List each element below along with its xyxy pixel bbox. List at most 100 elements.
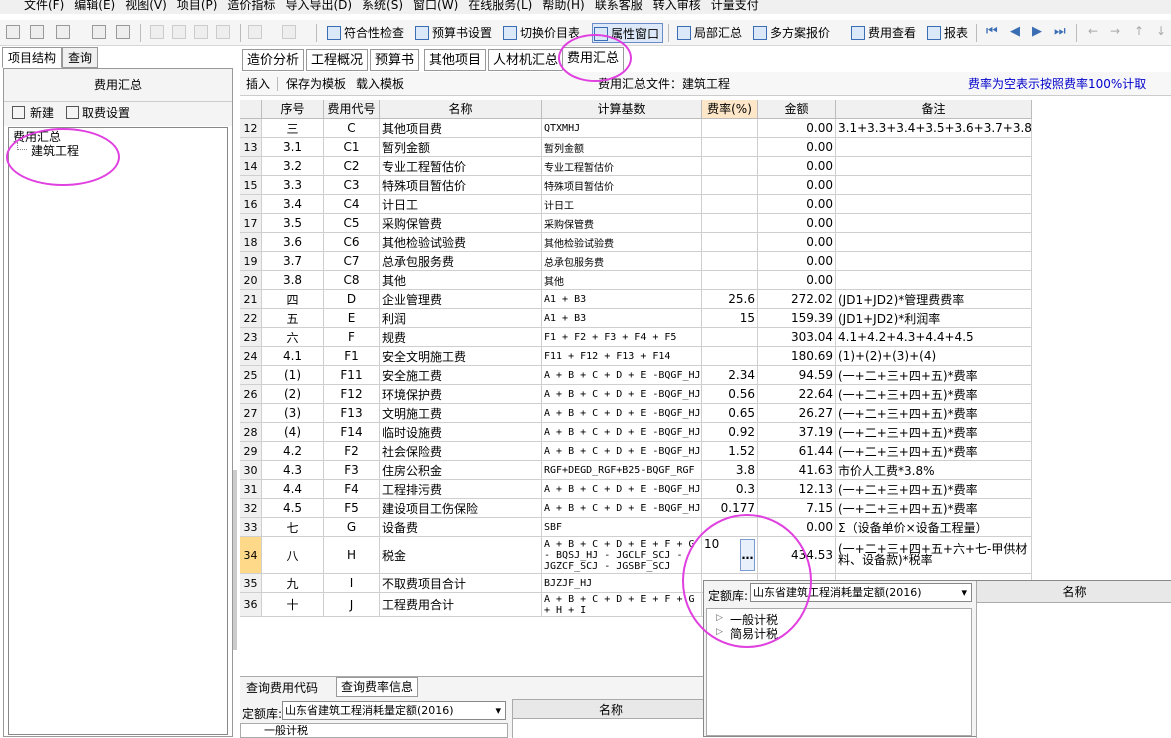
name-cell[interactable]: 利润 xyxy=(380,309,542,328)
table-row[interactable]: 22 五 E 利润 A1 + B3 15 159.39 (JD1+JD2)*利润率 xyxy=(240,309,1034,328)
table-row[interactable]: 27 (3) F13 文明施工费 A + B + C + D + E -BQGF_HJ 0… xyxy=(240,404,1034,423)
base-cell[interactable]: 暂列金额 xyxy=(542,138,702,157)
rate-cell[interactable] xyxy=(702,138,758,157)
base-cell[interactable]: A + B + C + D + E -BQGF_HJ xyxy=(542,499,702,518)
undo-icon[interactable] xyxy=(248,25,262,39)
rate-cell[interactable] xyxy=(702,176,758,195)
code-cell[interactable]: F3 xyxy=(324,461,380,480)
code-cell[interactable]: H xyxy=(324,537,380,574)
code-cell[interactable]: G xyxy=(324,518,380,537)
code-cell[interactable]: F14 xyxy=(324,423,380,442)
menu-item[interactable]: 文件(F) xyxy=(24,0,64,14)
budget-settings-button[interactable]: 预算书设置 xyxy=(414,23,492,43)
amount-cell[interactable]: 26.27 xyxy=(758,404,836,423)
first-page-icon[interactable]: ⏮ xyxy=(986,24,998,39)
name-cell[interactable]: 税金 xyxy=(380,537,542,574)
rate-cell[interactable] xyxy=(702,347,758,366)
amount-cell[interactable]: 12.13 xyxy=(758,480,836,499)
name-cell[interactable]: 企业管理费 xyxy=(380,290,542,309)
rate-cell[interactable]: 25.6 xyxy=(702,290,758,309)
code-cell[interactable]: C6 xyxy=(324,233,380,252)
seq-cell[interactable]: 五 xyxy=(262,309,324,328)
seq-cell[interactable]: 4.5 xyxy=(262,499,324,518)
base-cell[interactable]: 总承包服务费 xyxy=(542,252,702,271)
name-cell[interactable]: 规费 xyxy=(380,328,542,347)
column-header[interactable]: 金额 xyxy=(758,100,836,119)
rate-cell[interactable] xyxy=(702,233,758,252)
remark-cell[interactable] xyxy=(836,233,1032,252)
arrow-right-icon[interactable]: → xyxy=(1110,24,1120,38)
menu-item[interactable]: 窗口(W) xyxy=(413,0,458,14)
amount-cell[interactable]: 303.04 xyxy=(758,328,836,347)
remark-cell[interactable] xyxy=(836,195,1032,214)
code-cell[interactable]: F4 xyxy=(324,480,380,499)
rate-cell[interactable]: 1.52 xyxy=(702,442,758,461)
remark-cell[interactable]: Σ（设备单价×设备工程量） xyxy=(836,518,1032,537)
tab-budget[interactable]: 预算书 xyxy=(370,49,420,71)
quota-lib-select[interactable]: 山东省建筑工程消耗量定额(2016) ▾ xyxy=(282,701,506,720)
fee-view-button[interactable]: 费用查看 xyxy=(850,23,916,43)
menu-item[interactable]: 导入导出(D) xyxy=(285,0,352,14)
base-cell[interactable]: A + B + C + D + E -BQGF_HJ xyxy=(542,404,702,423)
code-cell[interactable]: C2 xyxy=(324,157,380,176)
menu-item[interactable]: 在线服务(L) xyxy=(468,0,532,14)
seq-cell[interactable]: 三 xyxy=(262,119,324,138)
seq-cell[interactable]: 九 xyxy=(262,574,324,593)
name-cell[interactable]: 特殊项目暂估价 xyxy=(380,176,542,195)
new-project-icon[interactable] xyxy=(30,25,44,39)
amount-cell[interactable]: 0.00 xyxy=(758,271,836,290)
amount-cell[interactable]: 159.39 xyxy=(758,309,836,328)
remark-cell[interactable]: 4.1+4.2+4.3+4.4+4.5 xyxy=(836,328,1032,347)
table-row[interactable]: 33 七 G 设备费 SBF 0.00 Σ（设备单价×设备工程量） xyxy=(240,518,1034,537)
splitter[interactable] xyxy=(233,470,237,650)
amount-cell[interactable]: 0.00 xyxy=(758,214,836,233)
new-button[interactable]: 新建 xyxy=(30,102,54,124)
name-cell[interactable]: 计日工 xyxy=(380,195,542,214)
name-cell[interactable]: 临时设施费 xyxy=(380,423,542,442)
local-summary-button[interactable]: 局部汇总 xyxy=(676,23,742,43)
name-cell[interactable]: 工程费用合计 xyxy=(380,593,542,617)
code-cell[interactable]: F12 xyxy=(324,385,380,404)
table-row[interactable]: 24 4.1 F1 安全文明施工费 F11 + F12 + F13 + F14 180.6… xyxy=(240,347,1034,366)
tab-query-fee-code[interactable]: 查询费用代码 xyxy=(246,679,318,697)
next-page-icon[interactable]: ▶ xyxy=(1032,24,1042,39)
amount-cell[interactable]: 41.63 xyxy=(758,461,836,480)
base-cell[interactable]: 其他 xyxy=(542,271,702,290)
code-cell[interactable]: C7 xyxy=(324,252,380,271)
prev-page-icon[interactable]: ◀ xyxy=(1010,24,1020,39)
rate-cell[interactable] xyxy=(702,195,758,214)
tab-project-structure[interactable]: 项目结构 xyxy=(2,47,63,68)
seq-cell[interactable]: 3.4 xyxy=(262,195,324,214)
tab-query-fee-rate[interactable]: 查询费率信息 xyxy=(336,677,419,697)
base-cell[interactable]: A + B + C + D + E -BQGF_HJ xyxy=(542,423,702,442)
menu-item[interactable]: 项目(P) xyxy=(177,0,218,14)
base-cell[interactable]: QTXMHJ xyxy=(542,119,702,138)
remark-cell[interactable]: (JD1+JD2)*管理费费率 xyxy=(836,290,1032,309)
base-cell[interactable]: A1 + B3 xyxy=(542,290,702,309)
code-cell[interactable]: F1 xyxy=(324,347,380,366)
table-row[interactable]: 13 3.1 C1 暂列金额 暂列金额 0.00 xyxy=(240,138,1034,157)
table-row[interactable]: 15 3.3 C3 特殊项目暂估价 特殊项目暂估价 0.00 xyxy=(240,176,1034,195)
remark-cell[interactable]: (一+二+三+四+五)*费率 xyxy=(836,423,1032,442)
load-template-button[interactable]: 载入模板 xyxy=(356,72,404,96)
rate-cell[interactable]: 0.3 xyxy=(702,480,758,499)
fee-settings-button[interactable]: 取费设置 xyxy=(82,102,130,124)
seq-cell[interactable]: 3.2 xyxy=(262,157,324,176)
arrow-down-icon[interactable]: ↓ xyxy=(1156,24,1166,38)
base-cell[interactable]: A + B + C + D + E + F + G + H + I xyxy=(542,593,702,617)
table-row[interactable]: 26 (2) F12 环境保护费 A + B + C + D + E -BQGF_HJ 0… xyxy=(240,385,1034,404)
table-row[interactable]: 21 四 D 企业管理费 A1 + B3 25.6 272.02 (JD1+JD2)*管理费费… xyxy=(240,290,1034,309)
amount-cell[interactable]: 0.00 xyxy=(758,195,836,214)
base-cell[interactable]: A + B + C + D + E + F + G - BQSJ_HJ - JG… xyxy=(542,537,702,574)
table-row[interactable]: 30 4.3 F3 住房公积金 RGF+DEGD_RGF+B25-BQGF_RGF 3.8… xyxy=(240,461,1034,480)
seq-cell[interactable]: (2) xyxy=(262,385,324,404)
code-cell[interactable]: C8 xyxy=(324,271,380,290)
remark-cell[interactable]: (一+二+三+四+五)*费率 xyxy=(836,385,1032,404)
name-cell[interactable]: 其他项目费 xyxy=(380,119,542,138)
report-button[interactable]: 报表 xyxy=(926,23,968,43)
table-row[interactable]: 32 4.5 F5 建设项目工伤保险 A + B + C + D + E -BQGF_H… xyxy=(240,499,1034,518)
remark-cell[interactable]: (一+二+三+四+五+六+七-甲供材料、设备款)*税率 xyxy=(836,537,1032,574)
code-cell[interactable]: C3 xyxy=(324,176,380,195)
amount-cell[interactable]: 0.00 xyxy=(758,176,836,195)
tab-labor-material[interactable]: 人材机汇总 xyxy=(488,49,564,71)
